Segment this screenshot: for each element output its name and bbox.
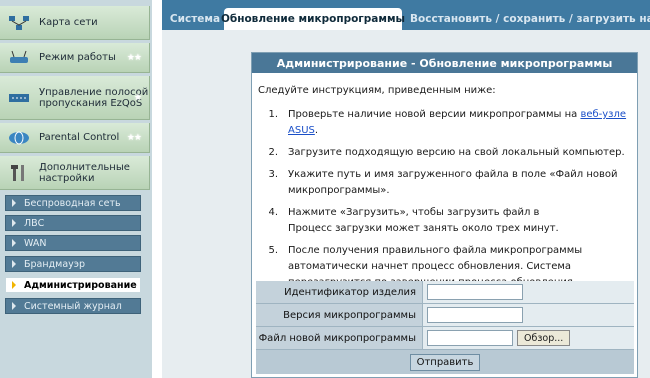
tab-firmware-upgrade[interactable]: Обновление микропрограммы [220,8,406,30]
submenu-label: Беспроводная сеть [24,197,121,209]
step-text: Загрузите подходящую версию на свой лока… [288,147,625,158]
firmware-upgrade-panel: Администрирование - Обновление микропрог… [251,52,638,378]
step-number: 4. [268,207,278,218]
submenu-label: ЛВС [24,217,45,229]
network-map-icon [7,14,31,32]
form-value-cell [423,281,634,303]
submenu-firewall[interactable]: Брандмауэр [5,256,141,272]
menu-label: Режим работы [39,52,116,63]
instruction-step: 3. Укажите путь и имя загруженного файла… [260,167,630,199]
instruction-step: 4. Нажмите «Загрузить», чтобы загрузить … [260,205,630,237]
instructions-intro: Следуйте инструкциям, приведенным ниже: [258,85,496,96]
menu-label: Карта сети [39,17,98,28]
form-row: Идентификатор изделия [256,281,634,304]
step-number: 3. [268,169,278,180]
triangle-bullet-icon [12,239,16,247]
sidebar: Карта сети Режим работы ★★ Управление по… [0,0,152,378]
submenu-wan[interactable]: WAN [5,235,141,251]
step-number: 1. [268,109,278,120]
qos-icon [7,89,31,107]
step-text-part: . [314,125,319,136]
tab-label: Восстановить / сохранить / загрузить нас… [410,13,650,25]
browse-button[interactable]: Обзор... [517,330,571,346]
menu-advanced-settings[interactable]: Дополнительные настройки [0,156,150,190]
submenu-label: Системный журнал [24,300,122,312]
submit-button[interactable]: Отправить [410,353,480,371]
tab-label: Система [169,13,221,25]
menu-label: Управление полосой пропускания EzQoS [39,86,149,109]
instruction-step: 1. Проверьте наличие новой версии микроп… [260,107,630,139]
panel-title: Администрирование - Обновление микропрог… [252,53,637,73]
product-id-label: Идентификатор изделия [256,281,423,303]
submenu-lan[interactable]: ЛВС [5,215,141,231]
step-number: 2. [268,147,278,158]
star-icon: ★★ [126,132,142,143]
menu-label: Parental Control [39,132,120,143]
firmware-form: Идентификатор изделия Версия микропрогра… [256,281,634,374]
tab-restore-save-upload[interactable]: Восстановить / сохранить / загрузить нас… [406,8,650,30]
firmware-version-field[interactable] [427,307,523,323]
tab-system[interactable]: Система [166,8,224,30]
triangle-bullet-icon [12,199,16,207]
submit-row: Отправить [256,350,634,374]
new-firmware-file-label: Файл новой микропрограммы [256,327,423,349]
submenu-label: WAN [24,237,47,249]
menu-parental-control[interactable]: Parental Control ★★ [0,123,150,153]
step-text-part: Проверьте наличие новой версии микропрог… [288,109,581,120]
star-icon: ★★ [126,52,142,63]
globe-icon [7,129,31,147]
tools-icon [7,164,31,182]
menu-ezqos[interactable]: Управление полосой пропускания EzQoS ★ [0,76,150,120]
triangle-bullet-icon [12,260,16,268]
form-row: Файл новой микропрограммы Обзор... [256,327,634,350]
menu-network-map[interactable]: Карта сети [0,6,150,40]
router-icon [7,49,31,67]
submenu-wireless[interactable]: Беспроводная сеть [5,195,141,211]
submenu-system-log[interactable]: Системный журнал [5,298,141,314]
form-row: Версия микропрограммы [256,304,634,327]
instruction-steps: 1. Проверьте наличие новой версии микроп… [260,107,630,297]
step-text: Укажите путь и имя загруженного файла в … [288,169,618,196]
submenu-label: Администрирование [24,279,137,291]
product-id-field[interactable] [427,284,523,300]
form-value-cell: Обзор... [423,327,634,349]
triangle-bullet-icon [12,281,16,289]
tab-bar: Система Обновление микропрограммы Восста… [162,0,650,30]
triangle-bullet-icon [12,302,16,310]
instruction-step: 2. Загрузите подходящую версию на свой л… [260,145,630,161]
menu-label: Дополнительные настройки [39,161,130,184]
step-text: Проверьте наличие новой версии микропрог… [288,107,630,139]
star-icon: ★ [133,92,142,103]
menu-operation-mode[interactable]: Режим работы ★★ [0,43,150,73]
submenu-label: Брандмауэр [24,258,86,270]
triangle-bullet-icon [12,219,16,227]
submenu-administration[interactable]: Администрирование [5,277,141,293]
form-value-cell [423,304,634,326]
new-firmware-file-field[interactable] [427,330,513,346]
firmware-version-label: Версия микропрограммы [256,304,423,326]
tab-label: Обновление микропрограммы [220,13,406,25]
step-text: Нажмите «Загрузить», чтобы загрузить фай… [288,207,591,234]
